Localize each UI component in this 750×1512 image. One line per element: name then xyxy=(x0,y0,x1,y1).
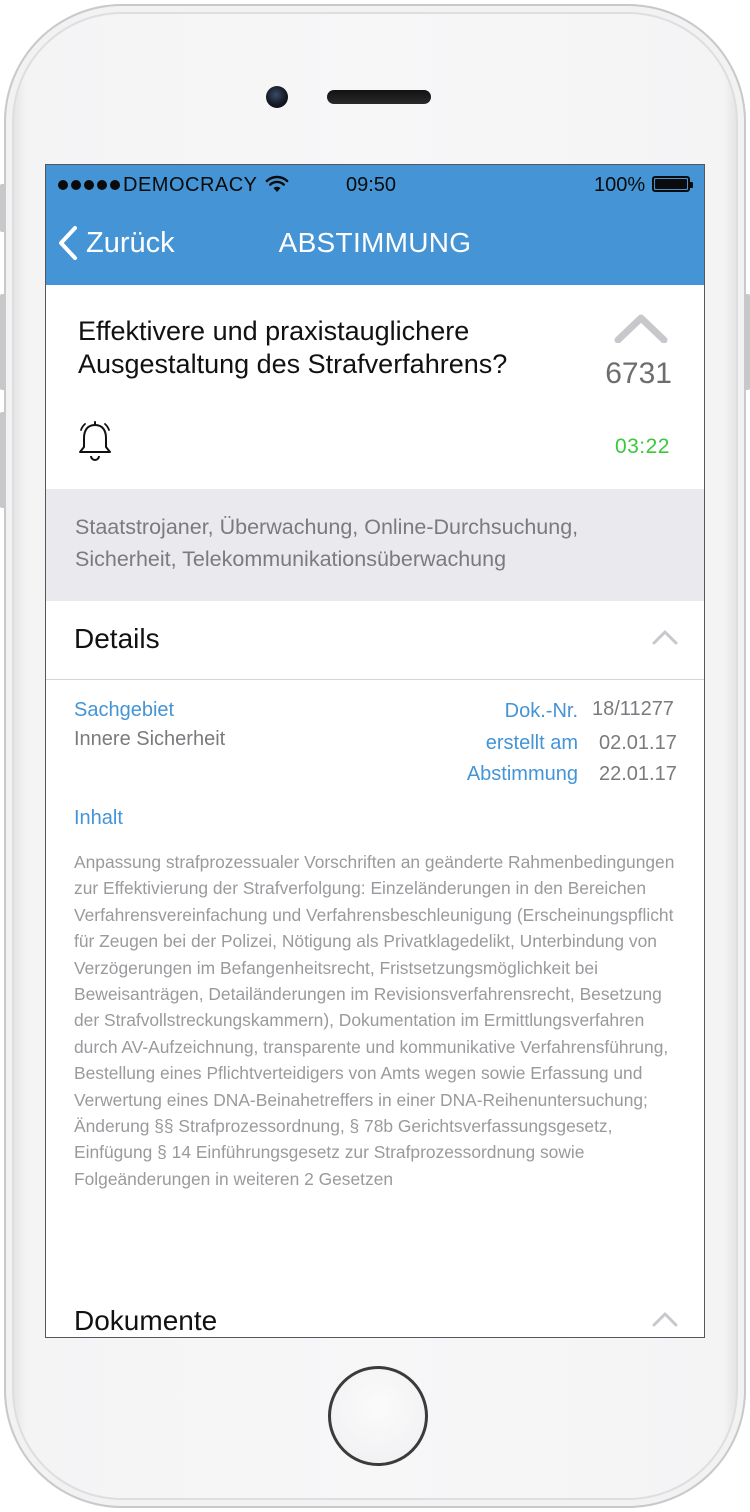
battery-icon xyxy=(652,176,693,192)
doknr-label: Dok.-Nr. xyxy=(504,700,578,722)
procedure-title[interactable]: Effektivere und praxistauglichere Ausges… xyxy=(78,315,598,381)
doknr-value[interactable]: 18/11277 xyxy=(592,698,674,721)
documents-heading: Dokumente xyxy=(74,1305,218,1336)
chevron-up-icon[interactable] xyxy=(614,313,668,343)
chevron-up-icon[interactable] xyxy=(652,1311,678,1327)
chevron-up-icon[interactable] xyxy=(652,629,678,645)
mute-switch xyxy=(0,184,6,232)
erstellt-value: 02.01.17 xyxy=(599,732,677,754)
inhalt-label: Inhalt xyxy=(74,807,123,829)
sachgebiet-label: Sachgebiet xyxy=(74,699,175,721)
status-bar: DEMOCRACY 09:50 100% xyxy=(46,165,704,205)
earpiece-speaker xyxy=(327,90,431,104)
abstimmung-value: 22.01.17 xyxy=(599,763,677,785)
procedure-header: Effektivere und praxistauglichere Ausges… xyxy=(46,285,704,490)
volume-down-button xyxy=(0,412,6,508)
status-time: 09:50 xyxy=(346,174,397,196)
front-camera xyxy=(266,86,288,108)
navigation-bar: DEMOCRACY 09:50 100% Zurück ABSTIMMUNG xyxy=(46,165,704,285)
procedure-tags: Staatstrojaner, Überwachung, Online-Durc… xyxy=(75,515,579,571)
home-button[interactable] xyxy=(328,1366,428,1466)
documents-section-header[interactable]: Dokumente xyxy=(46,1283,704,1337)
details-heading: Details xyxy=(74,623,160,654)
app-screen: DEMOCRACY 09:50 100% Zurück ABSTIMMUNG E… xyxy=(45,164,705,1338)
vote-count: 6731 xyxy=(605,357,672,390)
sachgebiet-value: Innere Sicherheit xyxy=(74,728,226,750)
abstimmung-label: Abstimmung xyxy=(466,763,578,785)
page-title: ABSTIMMUNG xyxy=(278,227,472,258)
erstellt-label: erstellt am xyxy=(485,732,578,754)
inhalt-text: Anpassung strafprozessualer Vorschriften… xyxy=(74,852,675,1189)
volume-up-button xyxy=(0,294,6,390)
bell-icon[interactable] xyxy=(76,421,114,463)
battery-percentage: 100% xyxy=(594,174,646,196)
tag-list: Staatstrojaner, Überwachung, Online-Durc… xyxy=(46,489,704,601)
details-section-header[interactable]: Details xyxy=(46,601,704,680)
power-button xyxy=(744,294,750,390)
wifi-icon xyxy=(265,175,289,192)
vote-countdown: 03:22 xyxy=(614,435,670,458)
signal-strength-icon xyxy=(58,180,120,190)
carrier-name: DEMOCRACY xyxy=(123,174,258,196)
